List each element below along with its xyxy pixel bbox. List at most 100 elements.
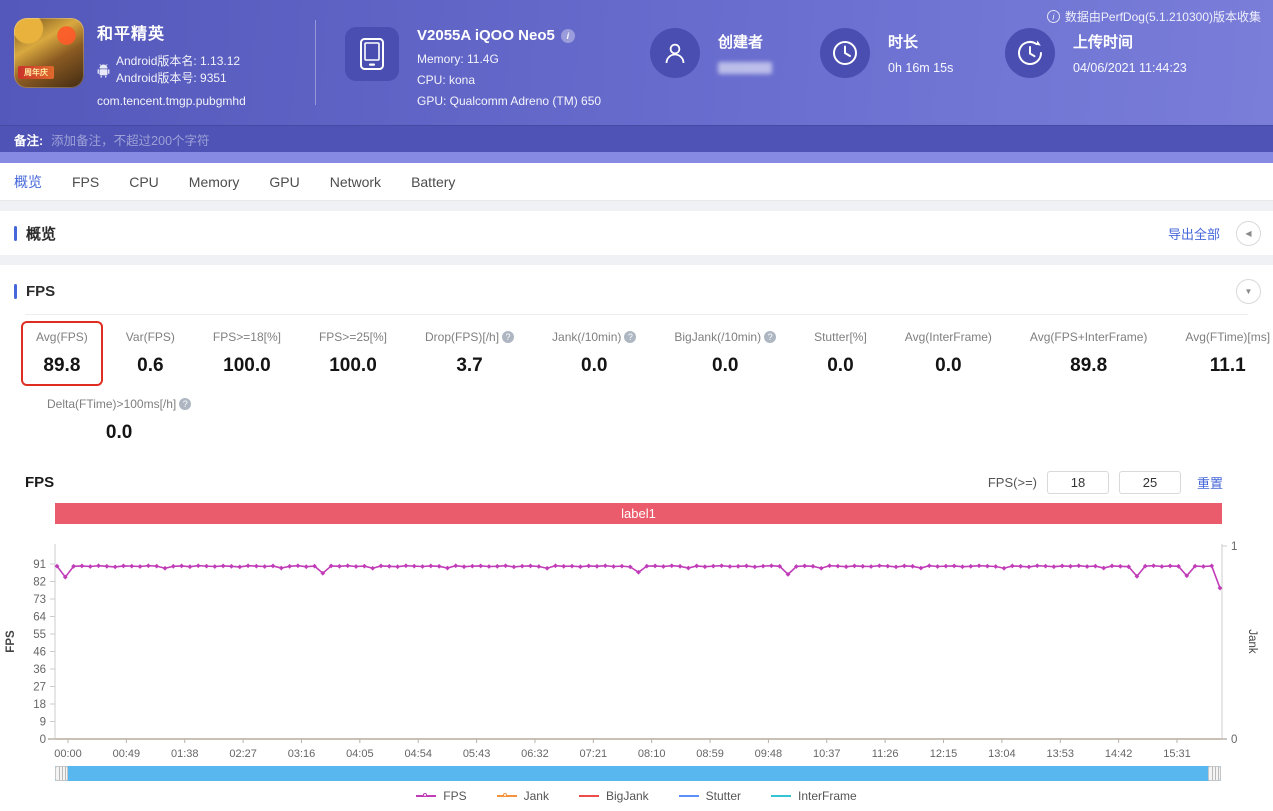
- svg-text:01:38: 01:38: [171, 748, 199, 760]
- stat-BigJank(/10min): BigJank(/10min)0.0: [661, 323, 789, 384]
- stat-label: Stutter[%]: [814, 330, 867, 344]
- device-info-icon[interactable]: i: [561, 29, 575, 43]
- svg-text:04:05: 04:05: [346, 748, 374, 760]
- stat-label: Avg(InterFrame): [905, 330, 992, 344]
- stat-label: FPS>=18[%]: [213, 330, 281, 344]
- stat-FPS>=25[%]: FPS>=25[%] 100.0: [306, 323, 400, 384]
- legend-marker-icon: [771, 795, 791, 797]
- svg-text:12:15: 12:15: [930, 748, 958, 760]
- fps-stats-row: Avg(FPS)89.8Var(FPS)0.6FPS>=18[%]100.0FP…: [0, 315, 1273, 384]
- svg-text:36: 36: [33, 664, 46, 676]
- svg-text:04:54: 04:54: [404, 748, 432, 760]
- stat-label: Delta(FTime)>100ms[/h]: [47, 397, 176, 411]
- tab-概览[interactable]: 概览: [14, 172, 42, 192]
- svg-text:15:31: 15:31: [1163, 748, 1191, 760]
- game-icon: 周年庆: [14, 18, 84, 88]
- chart-label-banner: label1: [55, 503, 1222, 524]
- legend-InterFrame[interactable]: InterFrame: [771, 789, 857, 803]
- legend-label: Jank: [524, 789, 549, 803]
- stat-value: 100.0: [213, 355, 281, 377]
- fps-section-title: FPS: [26, 283, 55, 300]
- legend-marker-icon: [679, 795, 699, 797]
- app-block: 周年庆 和平精英 Android版本名: 1.13.12 Android版本号:…: [14, 18, 246, 108]
- fps-threshold-input-2[interactable]: [1119, 471, 1181, 494]
- svg-text:18: 18: [33, 699, 46, 711]
- section-accent-bar: [14, 284, 17, 299]
- game-icon-badge: 周年庆: [18, 66, 54, 79]
- help-icon[interactable]: [764, 331, 776, 343]
- legend-FPS[interactable]: FPS: [416, 789, 466, 803]
- fps-threshold-input-1[interactable]: [1047, 471, 1109, 494]
- device-gpu: GPU: Qualcomm Adreno (TM) 650: [417, 91, 601, 112]
- tab-GPU[interactable]: GPU: [269, 174, 299, 190]
- svg-text:73: 73: [33, 594, 46, 606]
- legend-marker-icon: [497, 795, 517, 797]
- svg-text:0: 0: [1231, 734, 1237, 746]
- svg-text:00:00: 00:00: [54, 748, 82, 760]
- legend-label: Stutter: [706, 789, 741, 803]
- header-divider: [315, 20, 316, 105]
- stat-value: 100.0: [319, 355, 387, 377]
- help-icon[interactable]: [624, 331, 636, 343]
- fps-chart-title: FPS: [25, 474, 54, 491]
- legend-Stutter[interactable]: Stutter: [679, 789, 741, 803]
- export-all-link[interactable]: 导出全部: [1168, 224, 1220, 243]
- legend-marker-icon: [579, 795, 599, 797]
- svg-text:FPS: FPS: [5, 630, 17, 653]
- tab-Memory[interactable]: Memory: [189, 174, 240, 190]
- collapse-down-button[interactable]: ▼: [1236, 279, 1261, 304]
- stat-Avg(FPS+InterFrame): Avg(FPS+InterFrame)89.8: [1017, 323, 1160, 384]
- fps-stats-row2: Delta(FTime)>100ms[/h]0.0: [0, 384, 1273, 451]
- tab-Battery[interactable]: Battery: [411, 174, 455, 190]
- svg-text:82: 82: [33, 577, 46, 589]
- tab-FPS[interactable]: FPS: [72, 174, 99, 190]
- svg-text:14:42: 14:42: [1105, 748, 1133, 760]
- svg-text:13:53: 13:53: [1046, 748, 1074, 760]
- creator-name-redacted: [718, 62, 772, 74]
- legend-Jank[interactable]: Jank: [497, 789, 549, 803]
- clock-icon: [820, 28, 870, 78]
- note-bar[interactable]: 备注: 添加备注，不超过200个字符: [0, 125, 1273, 152]
- chart-range-slider[interactable]: [55, 766, 1221, 781]
- svg-text:64: 64: [33, 612, 46, 624]
- stat-Drop(FPS)[/h]: Drop(FPS)[/h]3.7: [412, 323, 527, 384]
- fps-chart[interactable]: 0918273646556473829101FPSJank00:0000:490…: [0, 524, 1273, 764]
- legend-label: InterFrame: [798, 789, 857, 803]
- stat-label: FPS>=25[%]: [319, 330, 387, 344]
- collapse-left-button[interactable]: ◀: [1236, 221, 1261, 246]
- stat-value: 0.0: [552, 355, 636, 377]
- help-icon[interactable]: [179, 398, 191, 410]
- svg-text:06:32: 06:32: [521, 748, 549, 760]
- stat-label: Var(FPS): [126, 330, 175, 344]
- svg-text:46: 46: [33, 647, 46, 659]
- stat-value: 89.8: [36, 355, 88, 377]
- fps-chart-canvas[interactable]: 0918273646556473829101FPSJank00:0000:490…: [0, 524, 1273, 764]
- game-title: 和平精英: [97, 20, 246, 44]
- tab-CPU[interactable]: CPU: [129, 174, 159, 190]
- stat-value: 0.0: [814, 355, 867, 377]
- tab-Network[interactable]: Network: [330, 174, 381, 190]
- stat-label: Avg(FPS): [36, 330, 88, 344]
- duration-value: 0h 16m 15s: [888, 61, 953, 75]
- svg-text:13:04: 13:04: [988, 748, 1016, 760]
- device-memory: Memory: 11.4G: [417, 49, 601, 70]
- svg-text:09:48: 09:48: [755, 748, 783, 760]
- reset-button[interactable]: 重置: [1197, 473, 1223, 492]
- svg-text:00:49: 00:49: [113, 748, 141, 760]
- stat-Delta(FTime)>100ms[/h]: Delta(FTime)>100ms[/h]0.0: [34, 390, 204, 451]
- svg-text:0: 0: [40, 734, 46, 746]
- overview-section-bar: 概览 导出全部 ◀: [0, 211, 1273, 255]
- svg-text:27: 27: [33, 682, 46, 694]
- svg-text:08:59: 08:59: [696, 748, 724, 760]
- upload-time-value: 04/06/2021 11:44:23: [1073, 61, 1187, 75]
- help-icon[interactable]: [502, 331, 514, 343]
- svg-text:9: 9: [40, 717, 46, 729]
- svg-text:02:27: 02:27: [229, 748, 257, 760]
- stat-label: Drop(FPS)[/h]: [425, 330, 499, 344]
- slider-left-handle[interactable]: [55, 766, 68, 781]
- legend-BigJank[interactable]: BigJank: [579, 789, 649, 803]
- slider-right-handle[interactable]: [1208, 766, 1221, 781]
- fps-threshold-label: FPS(>=): [988, 475, 1037, 490]
- note-placeholder[interactable]: 添加备注，不超过200个字符: [51, 130, 209, 149]
- stat-label: Avg(FPS+InterFrame): [1030, 330, 1147, 344]
